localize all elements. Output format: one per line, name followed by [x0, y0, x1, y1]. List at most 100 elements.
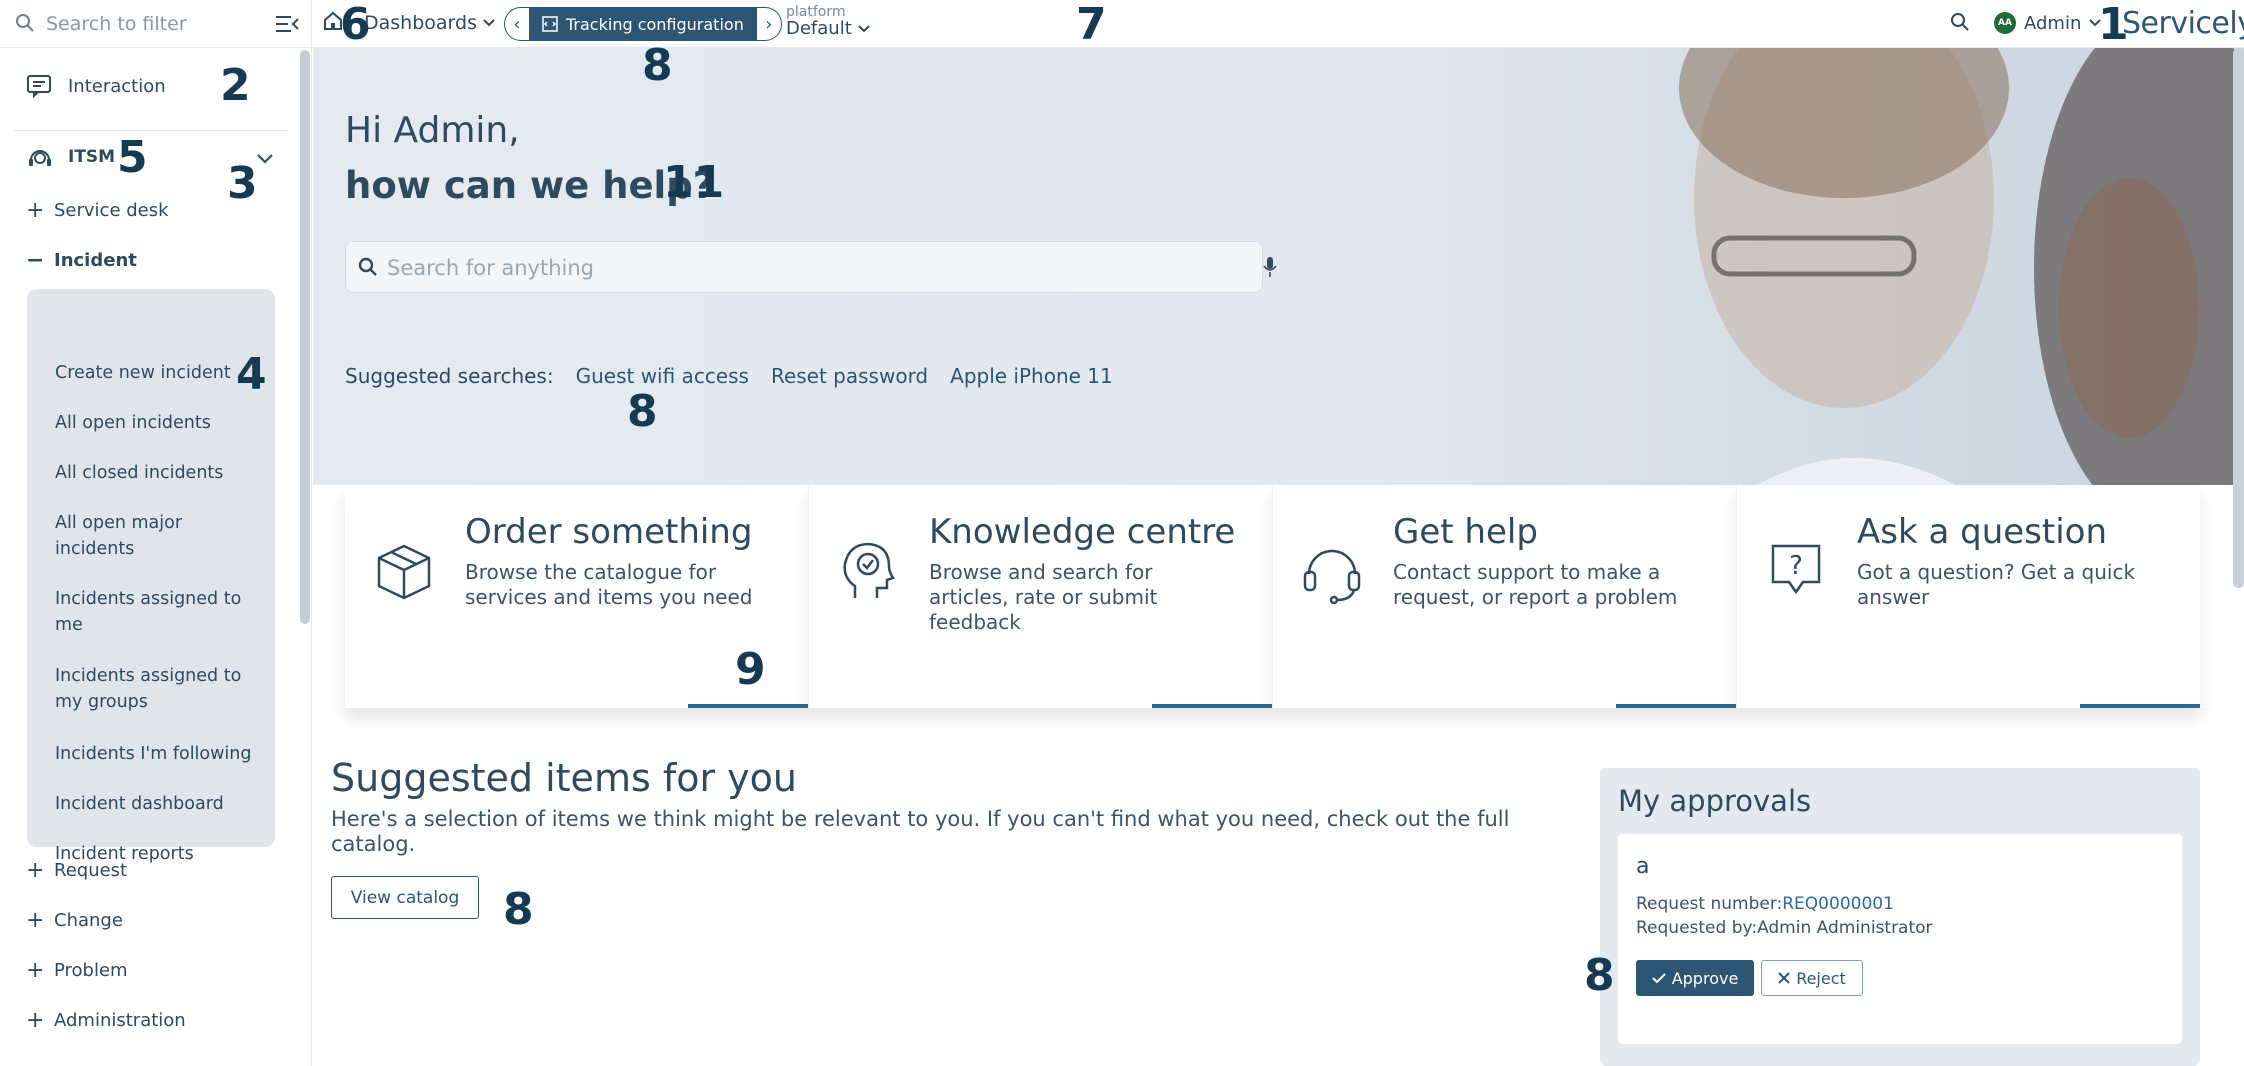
- suggestion-link-reset-password[interactable]: Reset password: [771, 364, 928, 388]
- card-description: Browse the catalogue for services and it…: [465, 560, 753, 609]
- box-icon: [377, 544, 431, 600]
- active-tab-label: Tracking configuration: [566, 14, 744, 34]
- card-accent-bar: [688, 704, 808, 708]
- global-search-icon[interactable]: [1950, 12, 1970, 36]
- hero-people-image: [1679, 48, 2244, 485]
- sidebar-item-label: Request: [54, 860, 128, 881]
- suggested-searches-label: Suggested searches:: [345, 364, 554, 388]
- collapse-sidebar-icon[interactable]: [274, 12, 300, 36]
- microphone-icon[interactable]: [1263, 256, 1277, 282]
- view-catalog-button[interactable]: View catalog: [331, 876, 479, 919]
- marker-2: 2: [220, 60, 251, 111]
- quick-action-cards: Order something Browse the catalogue for…: [345, 486, 2200, 708]
- card-knowledge-centre[interactable]: Knowledge centre Browse and search for a…: [808, 486, 1272, 708]
- sidebar-group-label: ITSM: [68, 147, 116, 167]
- marker-8-catalog: 8: [503, 884, 534, 935]
- chat-board-icon: [27, 75, 51, 98]
- sidebar-item-problem[interactable]: + Problem: [26, 957, 128, 983]
- marker-3: 3: [227, 158, 258, 209]
- headset-icon: [1303, 549, 1361, 604]
- submenu-item-create-new-incident[interactable]: Create new incident: [55, 360, 255, 386]
- sidebar-item-interaction[interactable]: Interaction: [26, 74, 166, 98]
- submenu-item-incidents-following[interactable]: Incidents I'm following: [55, 741, 255, 767]
- sidebar: Interaction ITSM + Service desk − Incide…: [0, 48, 312, 1066]
- submenu-item-all-open-incidents[interactable]: All open incidents: [55, 410, 255, 436]
- requested-by-label: Requested by:: [1636, 918, 1758, 938]
- sidebar-item-service-desk[interactable]: + Service desk: [26, 197, 169, 223]
- servicely-logo: Servicely: [2122, 6, 2244, 41]
- suggestion-link-guest-wifi[interactable]: Guest wifi access: [576, 364, 749, 388]
- minus-icon: −: [26, 247, 45, 273]
- chevron-down-icon: [483, 19, 495, 27]
- sidebar-item-incident[interactable]: − Incident: [26, 247, 137, 273]
- filter-input[interactable]: [46, 10, 266, 38]
- suggested-items-title: Suggested items for you: [331, 756, 797, 800]
- platform-value: Default: [786, 18, 870, 39]
- prev-tab-button[interactable]: ‹: [504, 7, 530, 41]
- my-approvals-panel: My approvals a Request number:REQ0000001…: [1600, 768, 2200, 1066]
- suggested-items-description: Here's a selection of items we think mig…: [331, 807, 1510, 856]
- submenu-item-all-open-major-incidents[interactable]: All open major incidents: [55, 510, 255, 562]
- main-scrollbar[interactable]: [2233, 48, 2244, 588]
- card-get-help[interactable]: Get help Contact support to make a reque…: [1272, 486, 1736, 708]
- sidebar-item-label: Interaction: [68, 75, 166, 97]
- sidebar-item-administration[interactable]: + Administration: [26, 1009, 186, 1031]
- card-description: Browse and search for articles, rate or …: [929, 560, 1158, 634]
- hero-banner: Hi Admin, how can we help? Suggested sea…: [313, 48, 2244, 485]
- support-agent-icon: [29, 150, 51, 166]
- main-content: Hi Admin, how can we help? Suggested sea…: [313, 48, 2244, 1066]
- marker-11: 11: [663, 157, 725, 208]
- submenu-item-incidents-assigned-to-my-groups[interactable]: Incidents assigned to my groups: [55, 663, 255, 715]
- marker-9: 9: [735, 644, 766, 695]
- active-tab[interactable]: Tracking configuration: [530, 7, 756, 41]
- sidebar-item-label: Service desk: [54, 200, 169, 221]
- card-accent-bar: [1152, 704, 1272, 708]
- chevron-down-icon[interactable]: [256, 150, 274, 169]
- marker-8-tab: 8: [642, 40, 673, 91]
- portal-search-input[interactable]: [387, 252, 1207, 284]
- sidebar-item-request[interactable]: + Request: [26, 857, 128, 883]
- submenu-item-incident-dashboard[interactable]: Incident dashboard: [55, 791, 255, 817]
- suggested-searches: Suggested searches: Guest wifi access Re…: [345, 364, 1113, 388]
- card-title: Knowledge centre: [929, 512, 1236, 552]
- suggestion-link-apple-iphone[interactable]: Apple iPhone 11: [950, 364, 1113, 388]
- card-title: Get help: [1393, 512, 1538, 552]
- reject-button[interactable]: Reject: [1761, 960, 1863, 996]
- approval-card: a Request number:REQ0000001 Requested by…: [1618, 834, 2182, 1044]
- help-heading: how can we help?: [345, 164, 715, 207]
- plus-icon: +: [26, 907, 45, 933]
- question-bubble-icon: ?: [1771, 544, 1821, 595]
- request-number-link[interactable]: REQ0000001: [1782, 894, 1894, 914]
- top-bar: Dashboards ‹ Tracking configuration › pl…: [0, 0, 2244, 48]
- card-ask-question[interactable]: ? Ask a question Got a question? Get a q…: [1736, 486, 2200, 708]
- platform-selector[interactable]: platform Default: [786, 4, 870, 39]
- approval-request-number: Request number:REQ0000001: [1636, 894, 1894, 914]
- search-icon: [358, 257, 378, 281]
- sidebar-item-change[interactable]: + Change: [26, 907, 123, 933]
- greeting: Hi Admin,: [345, 110, 520, 151]
- sidebar-item-label: Change: [54, 910, 123, 931]
- card-accent-bar: [2080, 704, 2200, 708]
- marker-4: 4: [236, 349, 267, 400]
- sidebar-item-label: Problem: [54, 960, 128, 981]
- plus-icon: +: [26, 197, 45, 223]
- user-menu[interactable]: AA Admin: [1994, 12, 2102, 34]
- sidebar-scrollbar[interactable]: [300, 50, 310, 624]
- request-number-label: Request number:: [1636, 894, 1783, 914]
- card-title: Order something: [465, 512, 753, 552]
- sidebar-divider: [14, 130, 288, 131]
- approvals-title: My approvals: [1618, 784, 1812, 818]
- plus-icon: +: [26, 857, 45, 883]
- avatar: AA: [1994, 12, 2016, 34]
- approve-button[interactable]: Approve: [1636, 960, 1754, 996]
- plus-icon: +: [26, 957, 45, 983]
- submenu-item-all-closed-incidents[interactable]: All closed incidents: [55, 460, 255, 486]
- sidebar-group-itsm[interactable]: ITSM: [26, 143, 115, 171]
- submenu-item-incidents-assigned-to-me[interactable]: Incidents assigned to me: [55, 586, 255, 638]
- requested-by-value: Admin Administrator: [1757, 918, 1933, 938]
- dashboards-label: Dashboards: [364, 12, 477, 34]
- next-tab-button[interactable]: ›: [755, 7, 782, 41]
- marker-6: 6: [340, 0, 371, 50]
- card-description: Contact support to make a request, or re…: [1393, 560, 1678, 609]
- dashboards-menu[interactable]: Dashboards: [364, 12, 495, 34]
